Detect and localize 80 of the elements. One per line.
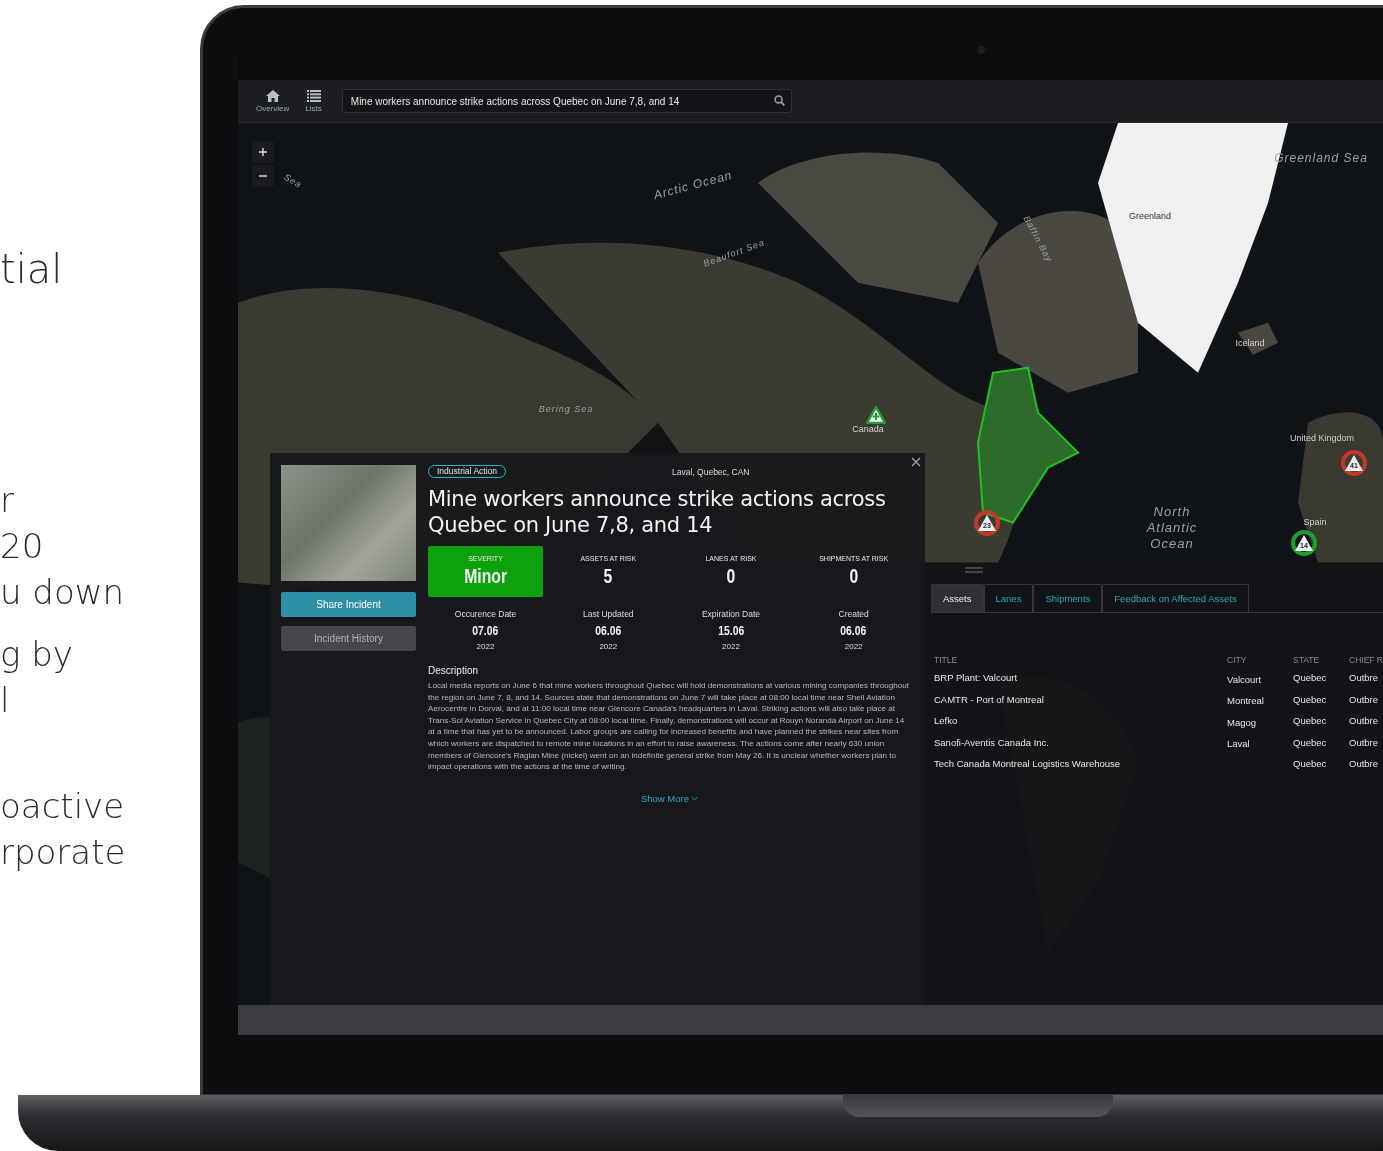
date-year: 2022 [844,642,863,651]
marketing-text: r [0,479,14,522]
date-value: 06.06 [595,623,622,638]
marketing-text: oactive [0,785,125,828]
location-text: Laval, Quebec, CAN [672,466,750,477]
tab[interactable]: Shipments [1033,584,1103,612]
triangle-marker-icon[interactable] [866,406,886,424]
table-cell-text: Quebec [1293,693,1328,705]
plus-icon [258,147,268,157]
marketing-text: tial [0,246,63,292]
chevron-down-icon [691,795,699,801]
marketing-text: l [0,679,10,722]
table-cell-text: Tech Canada Montreal Logistics Warehouse [934,758,1122,770]
table-cell-text: Sanofi-Aventis Canada Inc. [934,736,1050,748]
map-label: Greenland [1129,211,1171,221]
date-value: 06.06 [840,623,867,638]
map-label: North Atlantic Ocean [1145,504,1199,552]
tab[interactable]: Feedback on Affected Assets [1102,584,1249,612]
column-header: CHIEF R [1349,655,1383,665]
map-label: Bering Sea [538,404,594,414]
map-label: Spain [1303,517,1327,527]
close-icon [911,457,921,467]
column-header: TITLE [934,655,959,665]
map-label: Canada [852,424,884,434]
table-cell-text: Quebec [1293,758,1328,770]
show-more-link[interactable]: Show More [640,792,699,804]
table-cell: Montreal [1227,695,1264,707]
table-cell: Valcourt [1227,673,1262,685]
stat-value: 0 [849,564,859,588]
close-button[interactable] [909,455,923,469]
zoom-out-button[interactable] [252,165,274,187]
stat-value: 0 [726,564,736,588]
search-icon [773,95,785,106]
date-label: Last Updated [583,609,634,619]
zoom-in-button[interactable] [252,141,274,163]
table-cell-text: Quebec [1293,672,1328,684]
marketing-text: g by [0,633,73,676]
map-label: Arctic Ocean [652,167,734,203]
table-cell-text: Outbre [1349,672,1380,684]
table-cell: Magog [1227,716,1257,728]
search-field[interactable]: Mine workers announce strike actions across Quebec on June 7,8, and 14 [341,89,792,113]
nav-button[interactable]: Overview [250,87,296,115]
marketing-text: rporate [0,831,126,874]
drag-handle-icon[interactable] [965,567,983,573]
date-value: 07.06 [472,623,499,638]
table-cell-text: Quebec [1293,736,1328,748]
table-cell-text: BRP Plant: Valcourt [934,672,1019,684]
table-cell-text: Outbre [1349,693,1380,705]
marketing-text: u down [0,571,125,614]
nav-button[interactable]: Lists [299,87,328,115]
table-cell-text: CAMTR - Port of Montreal [934,693,1045,705]
column-header: STATE [1293,655,1321,665]
date-label: Occurence Date [454,609,517,619]
date-label: Created [838,609,869,619]
column-header: CITY [1227,655,1248,665]
date-year: 2022 [599,642,618,651]
table-cell-text: Outbre [1349,715,1380,727]
incident-title: Mine workers announce strike actions across Quebec on June 7,8, and 14 [428,486,887,538]
date-label: Expiration Date [701,609,761,619]
list-icon [306,89,321,102]
stat-value: 5 [603,564,613,588]
marketing-text: 20 [0,525,44,568]
table-cell: Laval [1227,738,1250,750]
table-cell-text: Lefko [934,715,959,727]
share-button[interactable]: Share Incident [281,592,416,617]
table-cell-text: Outbre [1349,736,1380,748]
table-cell-text: Quebec [1293,715,1328,727]
date-year: 2022 [722,642,740,651]
date-value: 15.06 [717,623,744,638]
map-label: Sea [282,171,304,191]
description-heading: Description [428,665,480,676]
description-text: Local media reports on June 6 that mine workers throughout Quebec will hold demonstrations at various mining companies throughout the region on June 7, 8, and 14. Sources state that demonstrations on June 7 will take place at 08:00 local time near Shell Aviation Aerocentre in Dorval, and at 11:00 local time near Glencore Canada's headquarters in Laval. Striking actions will also take place at Trans-Sol Aviation Service in Quebec City at 08:00 local time. Finally, demonstrations will occur at Rouyn Noranda Airport on June 14 at a time that has yet to be announced. Labor groups are calling for increased benefits and have planned the strikes near sites from which workers are dispatched to remote mine locations in an effort to raise awareness. The actions come after nearly 630 union members of Glencore's Raglan Mine (nickel) went on an indefinite general strike from May 26. It is unclear whether workers plan to impact operations with the actions at the time of writing. [428,680,910,773]
tab[interactable]: Lanes [983,584,1034,612]
home-icon [265,89,280,102]
map-label: United Kingdom [1290,433,1354,443]
tab[interactable]: Assets [931,584,984,612]
map-label: Iceland [1235,338,1265,348]
history-button[interactable]: Incident History [281,626,416,651]
table-cell-text: Outbre [1349,758,1380,770]
date-year: 2022 [476,642,495,651]
